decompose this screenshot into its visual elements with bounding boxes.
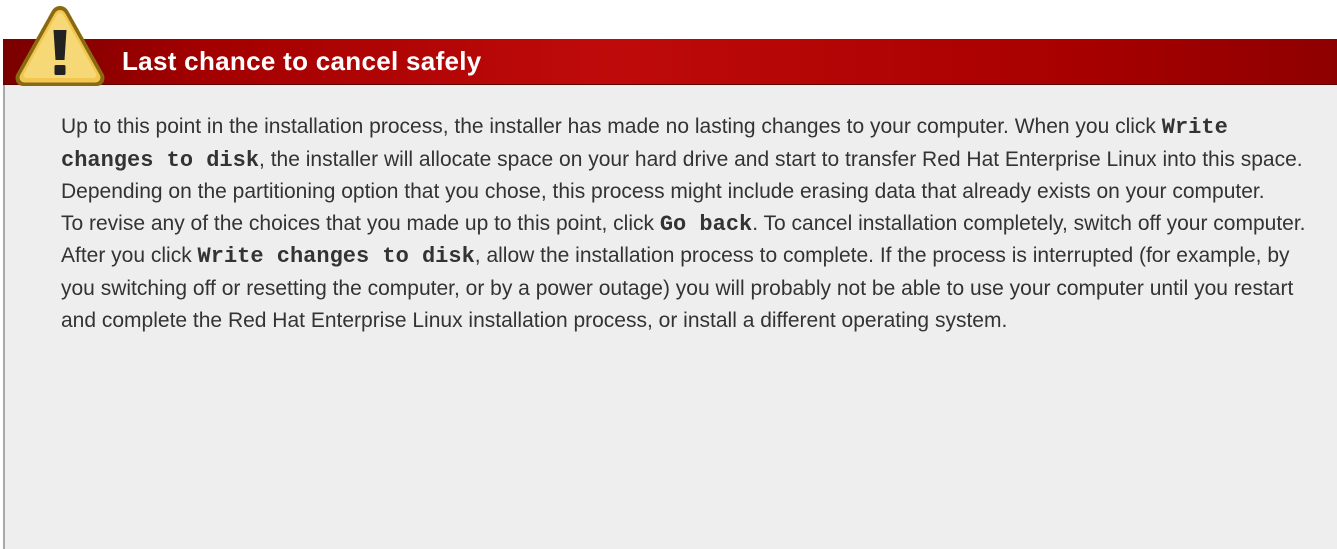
- paragraph-1: Up to this point in the installation pro…: [61, 111, 1317, 208]
- warning-admonition: Last chance to cancel safely Up to this …: [0, 0, 1337, 549]
- paragraph-text: To revise any of the choices that you ma…: [61, 211, 660, 235]
- paragraph-2: To revise any of the choices that you ma…: [61, 208, 1317, 241]
- warning-text: Up to this point in the installation pro…: [61, 111, 1317, 336]
- paragraph-3: After you click Write changes to disk, a…: [61, 240, 1317, 336]
- warning-icon: [12, 2, 108, 90]
- paragraph-text: . To cancel installation completely, swi…: [752, 211, 1306, 235]
- go-back-command: Go back: [659, 211, 753, 237]
- write-changes-command: Write changes to disk: [197, 244, 475, 270]
- paragraph-text: Up to this point in the installation pro…: [61, 115, 1162, 138]
- paragraph-text: After you click: [61, 244, 198, 268]
- warning-title: Last chance to cancel safely: [122, 46, 482, 76]
